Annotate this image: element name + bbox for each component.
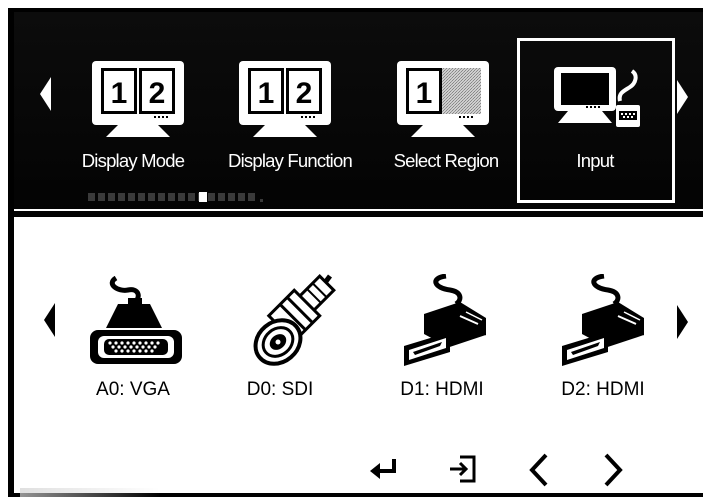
menu-label-display-function: Display Function bbox=[228, 150, 353, 171]
svg-text:1: 1 bbox=[416, 77, 433, 110]
exit-icon[interactable] bbox=[446, 454, 478, 484]
hdmi-connector-icon bbox=[562, 274, 645, 366]
panel-divider bbox=[14, 209, 703, 211]
bottom-edge-glare bbox=[20, 488, 160, 497]
source-label-hdmi-1: D1: HDMI bbox=[400, 379, 484, 400]
input-computer-icon bbox=[554, 67, 640, 127]
hdmi-connector-icon bbox=[404, 274, 487, 366]
svg-text:1: 1 bbox=[111, 77, 128, 110]
menu-label-display-mode: Display Mode bbox=[81, 150, 185, 171]
svg-text:1: 1 bbox=[258, 77, 275, 110]
dual-monitor-icon: 1 2 bbox=[92, 61, 184, 137]
menu-scroll-right-icon[interactable] bbox=[676, 80, 688, 114]
menu-scroll-left-icon[interactable] bbox=[40, 77, 52, 111]
region-monitor-icon: 1 bbox=[397, 61, 489, 137]
enter-icon[interactable] bbox=[368, 455, 400, 483]
left-chevron-icon[interactable] bbox=[528, 452, 550, 488]
svg-text:2: 2 bbox=[296, 77, 313, 110]
source-label-sdi: D0: SDI bbox=[246, 379, 314, 400]
right-chevron-icon[interactable] bbox=[602, 452, 624, 488]
menu-label-input: Input bbox=[576, 150, 614, 171]
source-scroll-right-icon[interactable] bbox=[676, 305, 688, 339]
source-scroll-left-icon[interactable] bbox=[44, 303, 56, 337]
menu-label-select-region: Select Region bbox=[393, 150, 500, 171]
bnc-connector-icon bbox=[253, 274, 336, 366]
page-indicator bbox=[88, 192, 263, 202]
svg-text:2: 2 bbox=[149, 77, 166, 110]
source-label-hdmi-2: D2: HDMI bbox=[561, 379, 645, 400]
vga-connector-icon bbox=[90, 276, 182, 364]
source-label-vga: A0: VGA bbox=[96, 379, 170, 400]
dual-monitor-icon: 1 2 bbox=[239, 61, 331, 137]
